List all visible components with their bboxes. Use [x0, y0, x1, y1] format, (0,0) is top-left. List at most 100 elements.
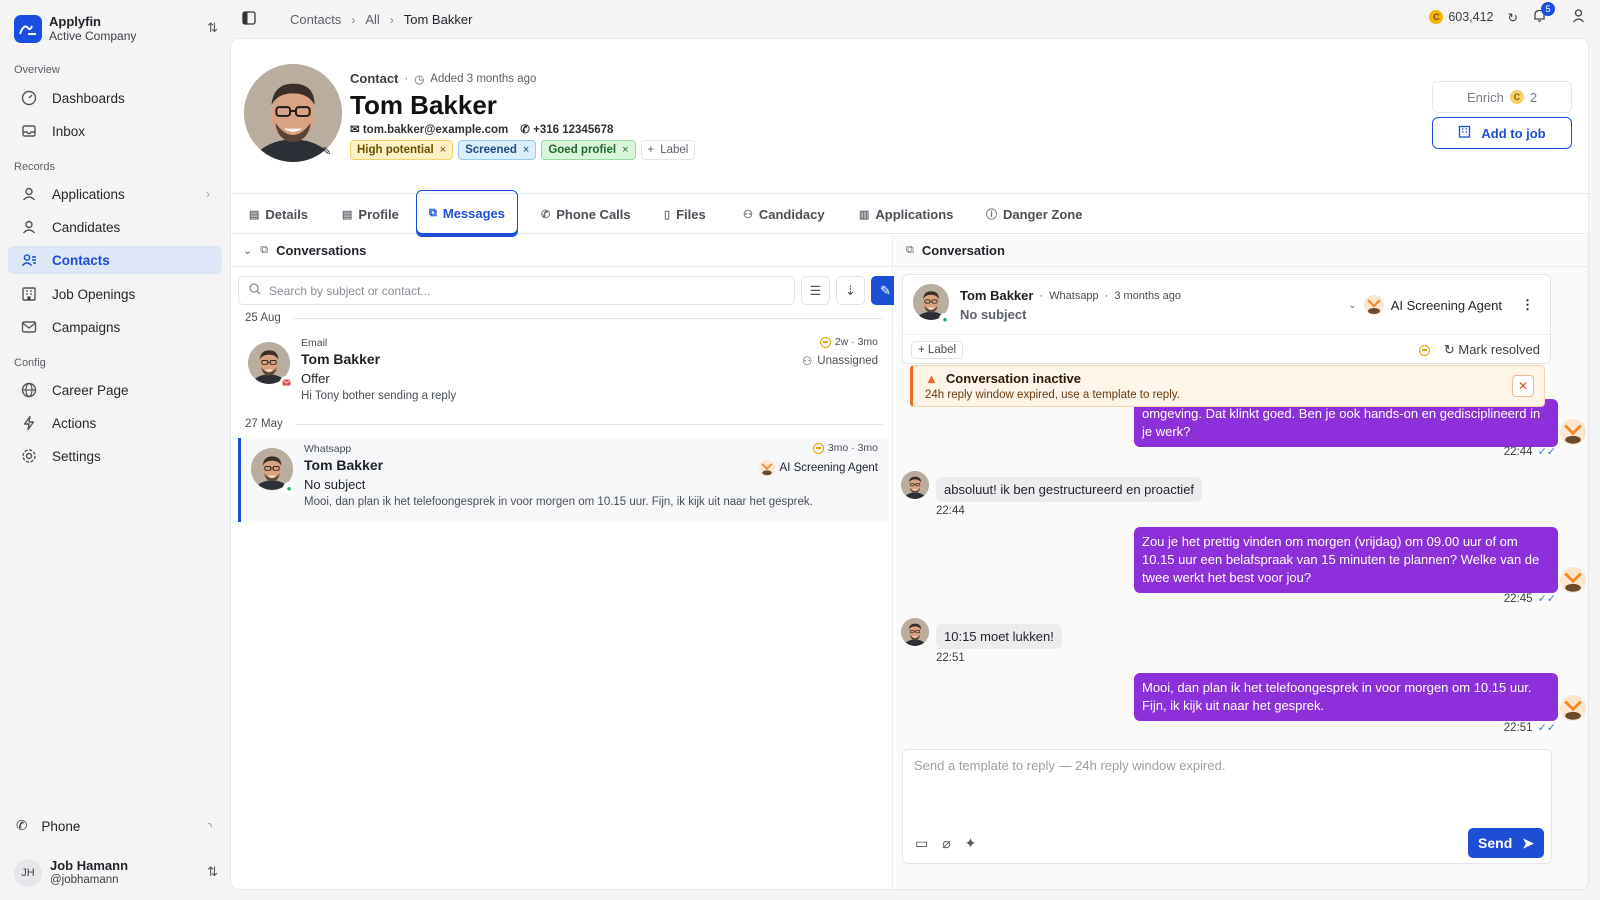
sidebar-item-career-page[interactable]: Career Page [8, 376, 222, 404]
profile-icon[interactable] [1571, 8, 1586, 26]
tab-candidacy[interactable]: ⚇ Candidacy [743, 194, 825, 234]
tab-profile[interactable]: ▤ Profile [342, 194, 399, 234]
sidebar-toggle-icon[interactable] [242, 11, 256, 28]
credits-value: 603,412 [1448, 10, 1494, 24]
conversation-pane: ⧉ Conversation ● Tom Bakker · Whatsapp ·… [894, 235, 1588, 889]
tab-danger-zone[interactable]: ⓘ Danger Zone [986, 194, 1082, 234]
notification-count: 5 [1541, 2, 1555, 16]
more-vertical-icon[interactable]: ⋮ [1521, 297, 1534, 313]
refresh-icon[interactable]: ↻ [1508, 10, 1518, 25]
sidebar-item-contacts[interactable]: Contacts [8, 246, 222, 274]
chevron-down-icon[interactable]: ⌄ [243, 244, 252, 257]
message-time: 22:44 [936, 505, 965, 517]
message-time: 22:51 [1503, 721, 1533, 734]
breadcrumb-all[interactable]: All [365, 12, 379, 27]
edit-avatar-icon[interactable]: ✎ [322, 145, 331, 158]
tag-screened[interactable]: Screened × [458, 140, 537, 160]
read-receipt-icon: ✓✓ [1537, 722, 1556, 734]
mail-icon: ✉ [350, 124, 363, 136]
close-icon[interactable]: × [523, 144, 529, 156]
sidebar-item-job-openings[interactable]: Job Openings [8, 280, 222, 308]
reply-composer[interactable]: Send a template to reply — 24h reply win… [902, 749, 1552, 864]
user-icon [20, 185, 38, 203]
conversations-title: Conversations [276, 243, 367, 258]
conversations-pane: ⌄ ⧉ Conversations Search by subject or c… [231, 235, 900, 889]
tag-goed-profiel[interactable]: Goed profiel × [541, 140, 636, 160]
company-switcher[interactable]: Applyfin Active Company ⇅ [14, 14, 220, 44]
profile-card-icon: ▤ [342, 208, 353, 221]
id-card-icon: ▤ [249, 208, 260, 221]
close-icon[interactable]: × [440, 144, 446, 156]
sidebar-item-campaigns[interactable]: Campaigns [8, 313, 222, 341]
send-button[interactable]: Send ➤ [1468, 828, 1544, 858]
add-to-job-button[interactable]: Add to job [1432, 117, 1572, 149]
tab-phone-calls[interactable]: ✆ Phone Calls [541, 194, 631, 234]
conversation-item[interactable]: Email Tom Bakker Offer Hi Tony bother se… [238, 332, 888, 416]
search-input[interactable]: Search by subject or contact... [238, 276, 795, 305]
phone-status[interactable]: ✆ Phone ◝ [16, 818, 212, 834]
warning-icon: ▲ [925, 371, 938, 386]
tag-high-potential[interactable]: High potential × [350, 140, 454, 160]
read-receipt-icon: ✓✓ [1537, 593, 1556, 605]
sidebar-item-applications[interactable]: Applications › [8, 180, 222, 208]
tab-applications[interactable]: ▥ Applications [859, 194, 953, 234]
message-outgoing: Mooi, dan plan ik het telefoongesprek in… [1134, 673, 1558, 721]
messages-icon: ⧉ [260, 244, 269, 256]
notifications-button[interactable]: 5 [1532, 2, 1555, 26]
avatar [901, 618, 929, 646]
coin-icon: C [1429, 10, 1444, 24]
conversation-header-card: ● Tom Bakker · Whatsapp · 3 months ago N… [902, 274, 1551, 364]
conversation-title: Conversation [921, 243, 1005, 258]
sidebar-item-label: Inbox [52, 123, 86, 139]
sidebar-item-settings[interactable]: Settings [8, 442, 222, 470]
sort-button[interactable]: ⇣ [836, 276, 865, 305]
tab-messages[interactable]: ⧉ Messages [416, 190, 519, 237]
pending-icon [812, 442, 824, 454]
tab-bar: ▤ Details ▤ Profile ⧉ Messages ✆ Phone Calls… [231, 190, 1588, 237]
breadcrumb-contacts[interactable]: Contacts [290, 12, 341, 27]
credits-display[interactable]: C 603,412 [1429, 10, 1494, 24]
pending-status-icon[interactable] [1418, 344, 1430, 356]
sidebar-item-actions[interactable]: Actions [8, 409, 222, 437]
sparkles-icon[interactable]: ✦ [965, 835, 977, 852]
tab-details[interactable]: ▤ Details [249, 194, 308, 234]
enrich-button[interactable]: Enrich C 2 [1432, 81, 1572, 113]
send-icon: ➤ [1522, 834, 1534, 851]
sidebar-item-label: Career Page [52, 382, 129, 398]
add-label-button[interactable]: + Label [640, 140, 696, 160]
close-icon[interactable]: × [622, 144, 628, 156]
inactive-warning: ▲ Conversation inactive 24h reply window … [910, 365, 1545, 407]
conversation-assignee: Unassigned [817, 355, 878, 367]
tab-files[interactable]: ▯ Files [664, 194, 706, 234]
template-icon[interactable]: ▭ [915, 835, 928, 852]
search-placeholder: Search by subject or contact... [269, 283, 431, 298]
conversation-item-selected[interactable]: ● Whatsapp Tom Bakker No subject Mooi, d… [238, 438, 888, 522]
assignee-select[interactable]: ⌄ AI Screening Agent ⋮ [1348, 295, 1534, 315]
chevron-right-icon: › [351, 12, 356, 27]
message-time: 22:45 [1503, 592, 1533, 605]
date-separator: 25 Aug [245, 312, 883, 324]
sidebar-item-candidates[interactable]: Candidates [8, 213, 222, 241]
user-icon [20, 218, 38, 236]
coin-icon: C [1509, 90, 1524, 104]
contact-email[interactable]: ✉ tom.bakker@example.com [350, 122, 508, 136]
chevron-down-icon: ⌄ [1348, 299, 1357, 311]
dismiss-warning-button[interactable]: ✕ [1512, 375, 1534, 397]
contact-phone[interactable]: ✆ +316 12345678 [520, 122, 613, 136]
switch-arrows-icon[interactable]: ⇅ [207, 20, 218, 36]
add-label-button[interactable]: + Label [911, 341, 964, 359]
sidebar-item-inbox[interactable]: Inbox [8, 117, 222, 145]
filter-button[interactable]: ☰ [801, 276, 830, 305]
attach-icon[interactable]: ⌀ [942, 835, 950, 852]
mark-resolved-button[interactable]: ↻ Mark resolved [1444, 342, 1540, 358]
building-icon [20, 285, 38, 303]
user-menu[interactable]: JH Job Hamann @jobhamann ⇅ [14, 856, 220, 890]
conversation-subject: Offer [301, 371, 330, 386]
switch-arrows-icon[interactable]: ⇅ [207, 864, 218, 880]
sort-icon: ⇣ [845, 282, 856, 298]
sidebar-item-dashboards[interactable]: Dashboards [8, 84, 222, 112]
user-handle: @jobhamann [50, 874, 119, 886]
gauge-icon [20, 89, 38, 107]
messages-icon: ⧉ [906, 244, 914, 256]
app-name: Applyfin [49, 14, 101, 29]
